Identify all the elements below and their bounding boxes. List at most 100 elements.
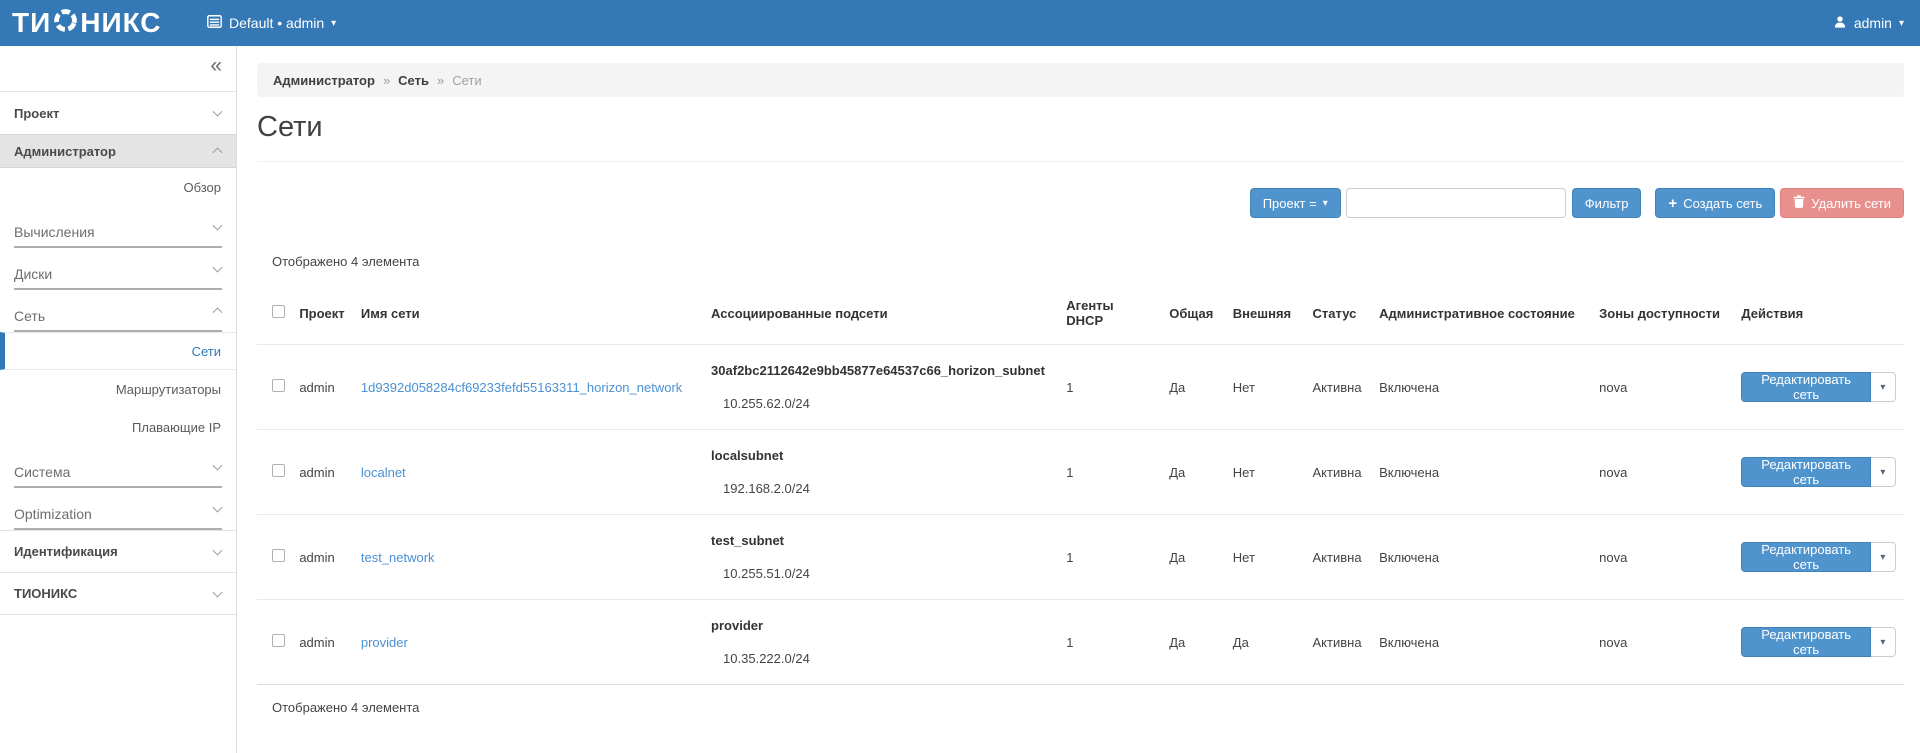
edit-network-button[interactable]: Редактировать сеть bbox=[1741, 627, 1870, 657]
row-checkbox[interactable] bbox=[272, 379, 285, 392]
sidebar-section-network[interactable]: Сеть bbox=[0, 290, 236, 330]
sidebar-section-system[interactable]: Система bbox=[0, 446, 236, 486]
breadcrumb-admin-link[interactable]: Администратор bbox=[273, 73, 375, 88]
row-actions-dropdown[interactable]: ▾ bbox=[1871, 457, 1896, 487]
row-actions-dropdown[interactable]: ▾ bbox=[1871, 627, 1896, 657]
table-row: admin 1d9392d058284cf69233fefd55163311_h… bbox=[257, 345, 1904, 430]
subnet-name: test_subnet bbox=[711, 533, 1050, 548]
table-row: admin localnet localsubnet 192.168.2.0/2… bbox=[257, 430, 1904, 515]
sidebar-item-label: Плавающие IP bbox=[132, 420, 221, 435]
column-header-external[interactable]: Внешняя bbox=[1225, 282, 1305, 345]
column-header-subnets[interactable]: Ассоциированные подсети bbox=[703, 282, 1058, 345]
cell-status: Активна bbox=[1305, 600, 1372, 685]
subnet-name: provider bbox=[711, 618, 1050, 633]
plus-icon: + bbox=[1668, 195, 1677, 212]
cell-admin-state: Включена bbox=[1371, 600, 1591, 685]
row-checkbox[interactable] bbox=[272, 464, 285, 477]
chevron-down-icon bbox=[213, 263, 223, 273]
caret-down-icon: ▾ bbox=[331, 18, 336, 29]
sidebar-item-label: Администратор bbox=[14, 144, 116, 159]
sidebar-item-identity[interactable]: Идентификация bbox=[0, 530, 236, 572]
sidebar-item-project[interactable]: Проект bbox=[0, 92, 236, 134]
chevron-down-icon bbox=[213, 461, 223, 471]
chevron-up-icon bbox=[213, 147, 223, 157]
select-all-checkbox[interactable] bbox=[272, 305, 285, 318]
sidebar-item-overview[interactable]: Обзор bbox=[0, 168, 236, 206]
cell-dhcp-agents: 1 bbox=[1058, 515, 1161, 600]
cell-dhcp-agents: 1 bbox=[1058, 345, 1161, 430]
cell-admin-state: Включена bbox=[1371, 345, 1591, 430]
sidebar-section-label: Диски bbox=[14, 266, 52, 282]
network-name-link[interactable]: 1d9392d058284cf69233fefd55163311_horizon… bbox=[361, 380, 682, 395]
sidebar-section-volumes[interactable]: Диски bbox=[0, 248, 236, 288]
column-header-dhcp-agents[interactable]: Агенты DHCP bbox=[1058, 282, 1161, 345]
subnet-cidr: 10.255.51.0/24 bbox=[723, 566, 1050, 581]
sidebar-section-optimization[interactable]: Optimization bbox=[0, 488, 236, 528]
cell-dhcp-agents: 1 bbox=[1058, 600, 1161, 685]
domain-project-switcher[interactable]: Default • admin ▾ bbox=[207, 0, 336, 46]
subnet-name: localsubnet bbox=[711, 448, 1050, 463]
sidebar-collapse-button[interactable]: « bbox=[210, 54, 222, 78]
delete-networks-button[interactable]: Удалить сети bbox=[1780, 188, 1904, 218]
networks-table: Проект Имя сети Ассоциированные подсети … bbox=[257, 282, 1904, 684]
network-name-link[interactable]: provider bbox=[361, 635, 408, 650]
edit-network-button[interactable]: Редактировать сеть bbox=[1741, 457, 1870, 487]
title-divider bbox=[257, 161, 1904, 162]
sidebar-section-label: Сеть bbox=[14, 308, 45, 324]
sidebar-item-networks[interactable]: Сети bbox=[0, 332, 236, 370]
column-header-actions[interactable]: Действия bbox=[1733, 282, 1904, 345]
network-name-link[interactable]: localnet bbox=[361, 465, 406, 480]
cell-project: admin bbox=[291, 600, 353, 685]
table-header-row: Проект Имя сети Ассоциированные подсети … bbox=[257, 282, 1904, 345]
chevron-up-icon bbox=[213, 307, 223, 317]
column-header-zones[interactable]: Зоны доступности bbox=[1591, 282, 1733, 345]
user-menu[interactable]: admin ▾ bbox=[1833, 0, 1904, 46]
edit-network-button[interactable]: Редактировать сеть bbox=[1741, 542, 1870, 572]
sidebar-item-floating-ips[interactable]: Плавающие IP bbox=[0, 408, 236, 446]
cell-admin-state: Включена bbox=[1371, 515, 1591, 600]
page-title: Сети bbox=[257, 111, 1904, 144]
breadcrumb-network-link[interactable]: Сеть bbox=[398, 73, 429, 88]
cell-shared: Да bbox=[1161, 600, 1225, 685]
cell-shared: Да bbox=[1161, 430, 1225, 515]
cell-zones: nova bbox=[1591, 515, 1733, 600]
table-row: admin provider provider 10.35.222.0/24 1… bbox=[257, 600, 1904, 685]
row-actions-dropdown[interactable]: ▾ bbox=[1871, 542, 1896, 572]
sidebar-item-label: Маршрутизаторы bbox=[116, 382, 221, 397]
cell-zones: nova bbox=[1591, 430, 1733, 515]
network-name-link[interactable]: test_network bbox=[361, 550, 435, 565]
create-network-button[interactable]: + Создать сеть bbox=[1655, 188, 1775, 218]
filter-input[interactable] bbox=[1346, 188, 1566, 218]
row-checkbox[interactable] bbox=[272, 549, 285, 562]
filter-button[interactable]: Фильтр bbox=[1572, 188, 1642, 218]
subnet-cidr: 192.168.2.0/24 bbox=[723, 481, 1050, 496]
column-header-admin-state[interactable]: Административное состояние bbox=[1371, 282, 1591, 345]
project-filter-dropdown[interactable]: Проект = ▾ bbox=[1250, 188, 1341, 218]
sidebar-collapse-row: « bbox=[0, 46, 236, 92]
cell-dhcp-agents: 1 bbox=[1058, 430, 1161, 515]
column-header-shared[interactable]: Общая bbox=[1161, 282, 1225, 345]
sidebar-item-routers[interactable]: Маршрутизаторы bbox=[0, 370, 236, 408]
sidebar-item-tionix[interactable]: ТИОНИКС bbox=[0, 572, 236, 614]
tionix-logo: ТИ НИКС bbox=[12, 0, 162, 46]
edit-network-button[interactable]: Редактировать сеть bbox=[1741, 372, 1870, 402]
chevron-down-icon bbox=[213, 107, 223, 117]
chevron-down-icon bbox=[213, 587, 223, 597]
cell-zones: nova bbox=[1591, 600, 1733, 685]
column-header-project[interactable]: Проект bbox=[291, 282, 353, 345]
column-header-network-name[interactable]: Имя сети bbox=[353, 282, 703, 345]
sidebar-item-admin[interactable]: Администратор bbox=[0, 134, 236, 168]
table-list-icon bbox=[207, 15, 222, 31]
chevron-down-icon bbox=[213, 545, 223, 555]
chevron-down-icon bbox=[213, 221, 223, 231]
cell-external: Нет bbox=[1225, 515, 1305, 600]
row-actions-dropdown[interactable]: ▾ bbox=[1871, 372, 1896, 402]
sidebar-item-label: Идентификация bbox=[14, 544, 118, 559]
sidebar-section-compute[interactable]: Вычисления bbox=[0, 206, 236, 246]
cell-status: Активна bbox=[1305, 345, 1372, 430]
sidebar-item-label: Сети bbox=[192, 344, 221, 359]
create-network-label: Создать сеть bbox=[1683, 196, 1762, 211]
cell-project: admin bbox=[291, 430, 353, 515]
row-checkbox[interactable] bbox=[272, 634, 285, 647]
column-header-status[interactable]: Статус bbox=[1305, 282, 1372, 345]
